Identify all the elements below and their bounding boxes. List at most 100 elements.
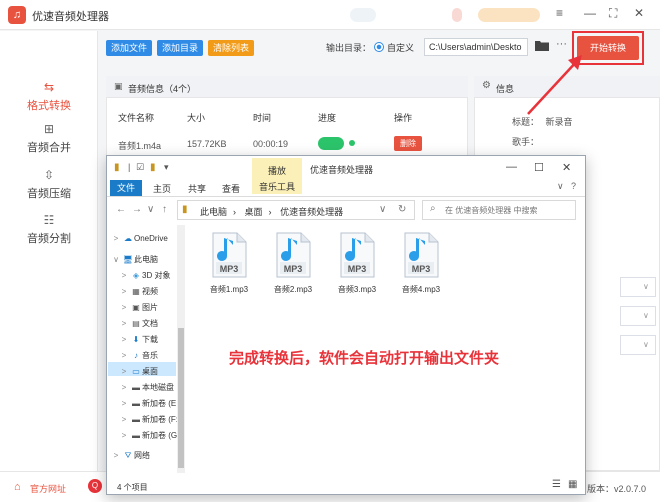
tree-item[interactable]: > ▬ 本地磁盘 bbox=[118, 382, 174, 393]
details-view-icon[interactable]: ☰ bbox=[552, 479, 561, 490]
setting-select-1[interactable]: ∨ bbox=[620, 277, 656, 297]
tree-item[interactable]: ∨ 🖥此电脑 bbox=[110, 254, 158, 265]
help-icon[interactable]: ? bbox=[571, 181, 576, 191]
tab-home[interactable]: 主页 bbox=[153, 182, 171, 195]
close-button[interactable]: ✕ bbox=[634, 6, 644, 20]
tab-music-tools[interactable]: 音乐工具 bbox=[252, 180, 302, 196]
tab-share[interactable]: 共享 bbox=[188, 182, 206, 195]
folder-quick-icon[interactable]: ▮ bbox=[114, 162, 120, 173]
tree-node-icon: ▭ bbox=[132, 367, 140, 376]
tree-item-label: 文档 bbox=[142, 319, 158, 328]
sidebar-item-split[interactable]: ☷ 音频分割 bbox=[0, 211, 98, 255]
tree-expand-icon[interactable]: > bbox=[118, 303, 130, 312]
official-site-link[interactable]: 官方网址 bbox=[30, 482, 66, 495]
breadcrumb-desktop[interactable]: 桌面 bbox=[245, 207, 263, 217]
tree-node-icon: ◈ bbox=[132, 271, 140, 280]
tab-play[interactable]: 播放 bbox=[252, 158, 302, 180]
tree-expand-icon[interactable]: > bbox=[118, 367, 130, 376]
sidebar-item-label: 音频分割 bbox=[27, 233, 71, 245]
quick-access-dropdown-icon[interactable]: ▾ bbox=[164, 162, 169, 173]
tree-scrollbar-thumb[interactable] bbox=[178, 328, 184, 468]
recent-dropdown-icon[interactable]: ∨ bbox=[147, 204, 154, 215]
file-item[interactable]: MP3 音频1.mp3 bbox=[199, 232, 259, 304]
custom-radio[interactable] bbox=[374, 42, 384, 52]
delete-button[interactable]: 删除 bbox=[394, 136, 422, 151]
tree-expand-icon[interactable]: > bbox=[118, 351, 130, 360]
qq-icon[interactable]: Q bbox=[88, 479, 102, 493]
tree-item[interactable]: > ♪ 音乐 bbox=[118, 350, 158, 361]
tree-item[interactable]: > ▦ 视频 bbox=[118, 286, 158, 297]
tree-expand-icon[interactable]: > bbox=[118, 319, 130, 328]
tree-item[interactable]: > ▬ 新加卷 (E: bbox=[118, 398, 179, 409]
add-folder-button[interactable]: 添加目录 bbox=[157, 40, 204, 56]
tree-expand-icon[interactable]: > bbox=[118, 335, 130, 344]
tree-item-label: 3D 对象 bbox=[142, 271, 171, 280]
up-icon[interactable]: ↑ bbox=[162, 204, 167, 215]
explorer-close-button[interactable]: ✕ bbox=[562, 161, 571, 174]
setting-select-3[interactable]: ∨ bbox=[620, 335, 656, 355]
tree-item[interactable]: > ▬ 新加卷 (F: bbox=[118, 414, 178, 425]
explorer-maximize-button[interactable]: ☐ bbox=[534, 161, 544, 174]
decor-bar bbox=[350, 8, 376, 22]
tab-view[interactable]: 查看 bbox=[222, 182, 240, 195]
mp3-file-icon: MP3 bbox=[212, 232, 247, 278]
sidebar-item-merge[interactable]: ⊞ 音频合并 bbox=[0, 120, 98, 164]
tree-expand-icon[interactable]: ∨ bbox=[110, 255, 122, 264]
column-header-action: 操作 bbox=[394, 113, 413, 123]
tree-expand-icon[interactable]: > bbox=[118, 415, 130, 424]
mp3-file-icon: MP3 bbox=[276, 232, 311, 278]
new-folder-quick-icon[interactable]: ▮ bbox=[150, 162, 156, 173]
tree-item[interactable]: > ▭ 桌面 bbox=[118, 366, 158, 377]
tree-expand-icon[interactable]: > bbox=[118, 383, 130, 392]
tree-expand-icon[interactable]: > bbox=[110, 234, 122, 243]
annotation-arrow bbox=[527, 55, 582, 115]
mp3-file-icon: MP3 bbox=[340, 232, 375, 278]
column-header-size: 大小 bbox=[187, 113, 206, 123]
tree-expand-icon[interactable]: > bbox=[118, 287, 130, 296]
explorer-title: 优速音频处理器 bbox=[310, 165, 374, 175]
tree-expand-icon[interactable]: > bbox=[110, 451, 122, 460]
large-icons-view-icon[interactable]: ▦ bbox=[568, 479, 577, 490]
add-file-button[interactable]: 添加文件 bbox=[106, 40, 153, 56]
back-icon[interactable]: ← bbox=[116, 204, 126, 215]
breadcrumb-folder[interactable]: 优速音频处理器 bbox=[280, 207, 343, 217]
tree-item[interactable]: > ⛛ 网络 bbox=[110, 450, 150, 461]
menu-icon[interactable]: ≡ bbox=[556, 6, 563, 20]
tree-expand-icon[interactable]: > bbox=[118, 399, 130, 408]
file-item[interactable]: MP3 音频2.mp3 bbox=[263, 232, 323, 304]
address-dropdown-icon[interactable]: ∨ bbox=[379, 204, 386, 215]
sidebar-item-compress[interactable]: ⇳ 音频压缩 bbox=[0, 166, 98, 210]
tree-node-icon: 🖥 bbox=[122, 255, 134, 264]
tab-file[interactable]: 文件 bbox=[110, 180, 142, 196]
tree-item[interactable]: > ▤ 文档 bbox=[118, 318, 158, 329]
tree-item[interactable]: > ▬ 新加卷 (G bbox=[118, 430, 177, 441]
tree-item[interactable]: > ◈ 3D 对象 bbox=[118, 270, 171, 281]
properties-quick-icon[interactable]: ☑ bbox=[136, 162, 144, 173]
address-folder-icon: ▮ bbox=[182, 204, 188, 215]
column-header-time: 时间 bbox=[253, 113, 272, 123]
maximize-button[interactable]: ⛶ bbox=[609, 6, 617, 21]
setting-select-2[interactable]: ∨ bbox=[620, 306, 656, 326]
more-options-button[interactable]: ··· bbox=[556, 38, 567, 50]
forward-icon[interactable]: → bbox=[132, 204, 142, 215]
ribbon-expand-icon[interactable]: ∨ bbox=[557, 181, 564, 192]
refresh-icon[interactable]: ↻ bbox=[398, 204, 406, 215]
search-input[interactable]: 在 优速音频处理器 中搜索 bbox=[422, 200, 576, 220]
breadcrumb-this-pc[interactable]: 此电脑 bbox=[200, 207, 227, 217]
explorer-minimize-button[interactable]: — bbox=[506, 161, 517, 173]
tree-item[interactable]: > ⬇ 下载 bbox=[118, 334, 158, 345]
minimize-button[interactable]: — bbox=[584, 6, 596, 20]
tree-item[interactable]: > ▣ 图片 bbox=[118, 302, 158, 313]
app-title: 优速音频处理器 bbox=[32, 11, 109, 23]
output-path-field[interactable]: C:\Users\admin\Deskto bbox=[424, 38, 528, 56]
tree-item-label: 新加卷 (F: bbox=[142, 415, 178, 424]
sidebar-item-format-convert[interactable]: ⇆ 格式转换 bbox=[0, 78, 98, 122]
file-item[interactable]: MP3 音频4.mp3 bbox=[391, 232, 451, 304]
tree-expand-icon[interactable]: > bbox=[118, 431, 130, 440]
clear-list-button[interactable]: 清除列表 bbox=[208, 40, 255, 56]
column-header-progress: 进度 bbox=[318, 113, 337, 123]
promo-badge[interactable] bbox=[478, 8, 540, 22]
tree-item[interactable]: > ☁ OneDrive bbox=[110, 234, 168, 243]
file-item[interactable]: MP3 音频3.mp3 bbox=[327, 232, 387, 304]
tree-expand-icon[interactable]: > bbox=[118, 271, 130, 280]
